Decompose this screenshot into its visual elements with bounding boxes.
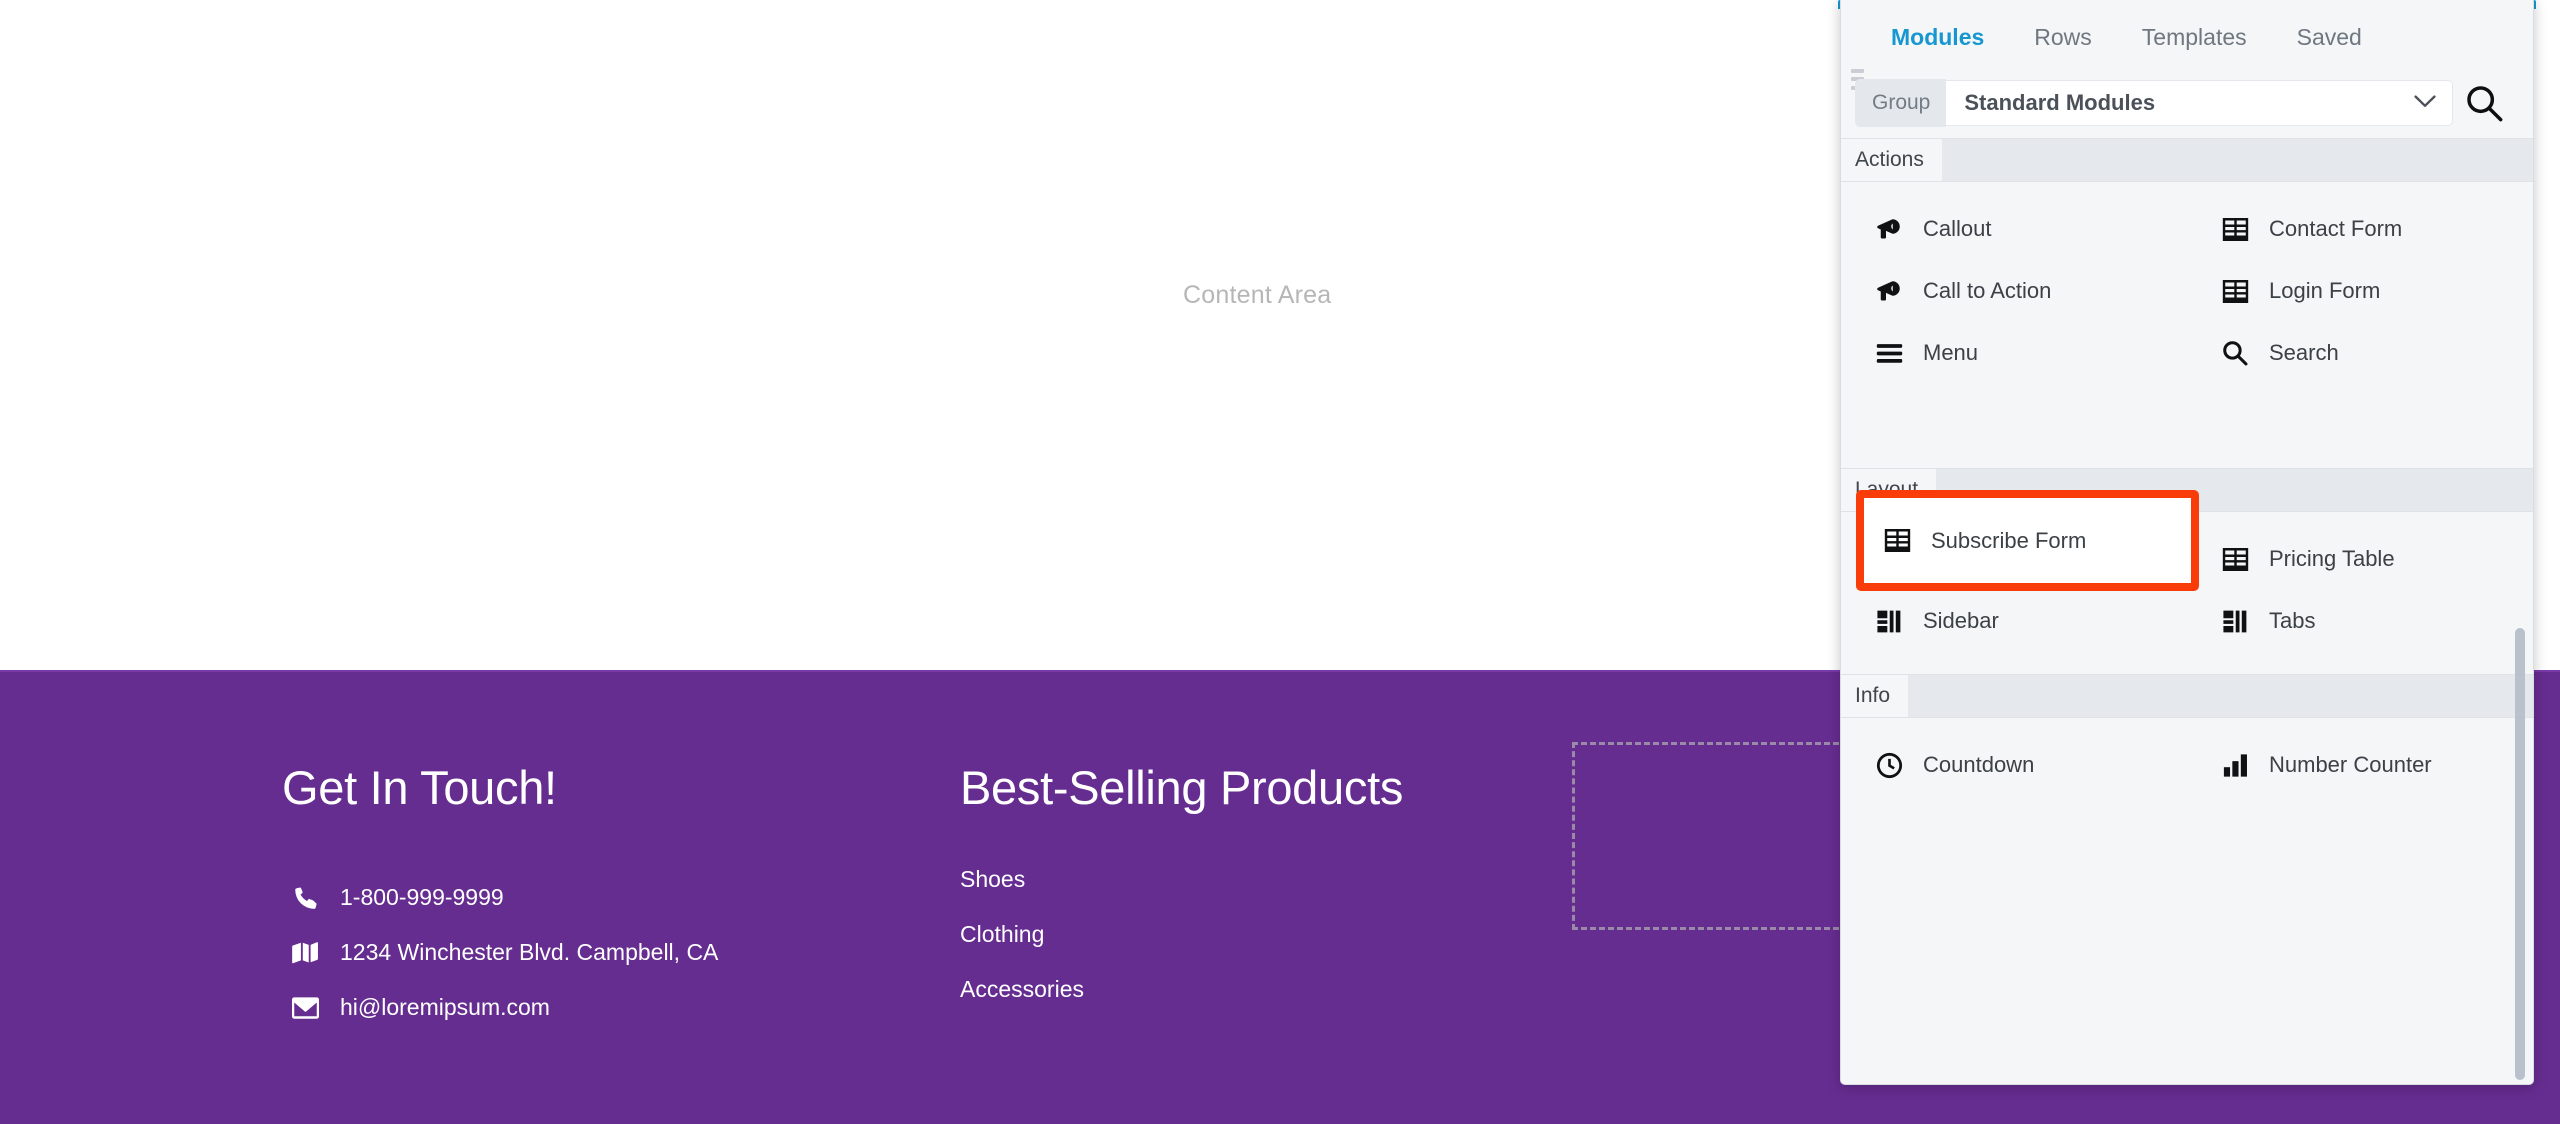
footer-contact-phone-text: 1-800-999-9999 [340,884,504,910]
module-grid-empty-cell [2187,384,2533,446]
panel-filter-bar: Group Standard Modules [1841,68,2533,138]
footer-contact-list: 1-800-999-9999 1234 Winchester Blvd. Cam… [282,870,718,1035]
section-header-filler [1908,675,2533,717]
module-item-callout[interactable]: Callout [1841,198,2187,260]
map-icon [282,941,328,965]
menu-icon [1867,339,1911,368]
module-item-label: Tabs [2269,608,2316,633]
footer-contact-email[interactable]: hi@loremipsum.com [282,980,718,1035]
content-area-label: Content Area [1183,281,1332,309]
module-item-label: Contact Form [2269,216,2403,241]
footer-column-contact: Get In Touch! 1-800-999-9999 1234 Winche… [282,672,902,1020]
section-header-filler [1942,139,2533,181]
panel-tab-bar: Modules Rows Templates Saved [1841,6,2533,68]
footer-product-link[interactable]: Clothing [960,918,1084,973]
module-group-select-value: Standard Modules [1964,90,2156,115]
section-header-actions: Actions [1841,138,2533,182]
module-group-select[interactable]: Standard Modules [1946,80,2453,126]
table-icon [2213,545,2257,574]
module-item-pricing-table[interactable]: Pricing Table [2187,528,2533,590]
megaphone-icon [1867,214,1911,244]
tab-saved[interactable]: Saved [2295,20,2364,55]
module-grid-actions: Callout Contact Form Call to Action Logi… [1841,182,2533,468]
group-label: Group [1855,79,1947,127]
footer-product-link[interactable]: Accessories [960,973,1084,1028]
panel-scrollbar[interactable] [2515,628,2525,1080]
module-item-label: Callout [1923,216,1992,241]
bar-chart-icon [2213,751,2257,780]
module-item-login-form[interactable]: Login Form [2187,260,2533,322]
module-item-label: Menu [1923,340,1979,365]
module-item-tabs[interactable]: Tabs [2187,590,2533,652]
module-item-countdown[interactable]: Countdown [1841,734,2187,796]
module-item-label: Login Form [2269,278,2381,303]
module-grid-info: Countdown Number Counter [1841,718,2533,818]
module-item-contact-form[interactable]: Contact Form [2187,198,2533,260]
highlight-box-subscribe-form: Subscribe Form [1856,490,2199,591]
module-item-label: Call to Action [1923,278,2052,303]
footer-contact-heading: Get In Touch! [282,761,557,814]
section-header-info: Info [1841,674,2533,718]
module-item-subscribe-form[interactable]: Subscribe Form [1864,498,2191,583]
footer-contact-phone[interactable]: 1-800-999-9999 [282,870,718,925]
panel-scrollbar-thumb[interactable] [2515,628,2525,1080]
section-header-actions-label: Actions [1841,139,1942,181]
footer-column-products: Best-Selling Products Shoes Clothing Acc… [960,672,1580,1002]
module-item-label: Subscribe Form [1931,527,2087,553]
search-icon[interactable] [2453,83,2515,123]
table-icon [1875,526,1919,555]
footer-product-link[interactable]: Shoes [960,863,1084,918]
megaphone-icon [1867,276,1911,306]
layout-icon [2213,607,2257,636]
chevron-down-icon [2414,93,2436,113]
module-item-label: Search [2269,340,2339,365]
phone-icon [282,885,328,911]
module-item-label: Sidebar [1923,608,1999,633]
module-item-label: Number Counter [2269,752,2432,777]
envelope-icon [282,996,328,1019]
module-item-number-counter[interactable]: Number Counter [2187,734,2533,796]
module-item-label: Pricing Table [2269,546,2395,571]
footer-contact-address[interactable]: 1234 Winchester Blvd. Campbell, CA [282,925,718,980]
footer-products-list: Shoes Clothing Accessories [960,863,1084,1028]
tab-modules[interactable]: Modules [1889,20,1986,55]
panel-module-list[interactable]: Actions Callout Contact Form Call to Act… [1841,138,2533,1084]
footer-contact-email-text: hi@loremipsum.com [340,994,550,1020]
module-item-search[interactable]: Search [2187,322,2533,384]
module-item-menu[interactable]: Menu [1841,322,2187,384]
section-header-info-label: Info [1841,675,1909,717]
footer-products-heading: Best-Selling Products [960,761,1404,814]
table-icon [2213,215,2257,244]
module-item-call-to-action[interactable]: Call to Action [1841,260,2187,322]
module-builder-panel: Modules Rows Templates Saved Group Stand… [1840,0,2534,1085]
module-item-sidebar[interactable]: Sidebar [1841,590,2187,652]
layout-icon [1867,607,1911,636]
table-icon [2213,277,2257,306]
search-icon [2213,339,2257,367]
tab-templates[interactable]: Templates [2140,20,2249,55]
footer-contact-address-text: 1234 Winchester Blvd. Campbell, CA [340,939,719,965]
clock-icon [1867,751,1911,780]
tab-rows[interactable]: Rows [2032,20,2094,55]
module-item-label: Countdown [1923,752,2035,777]
